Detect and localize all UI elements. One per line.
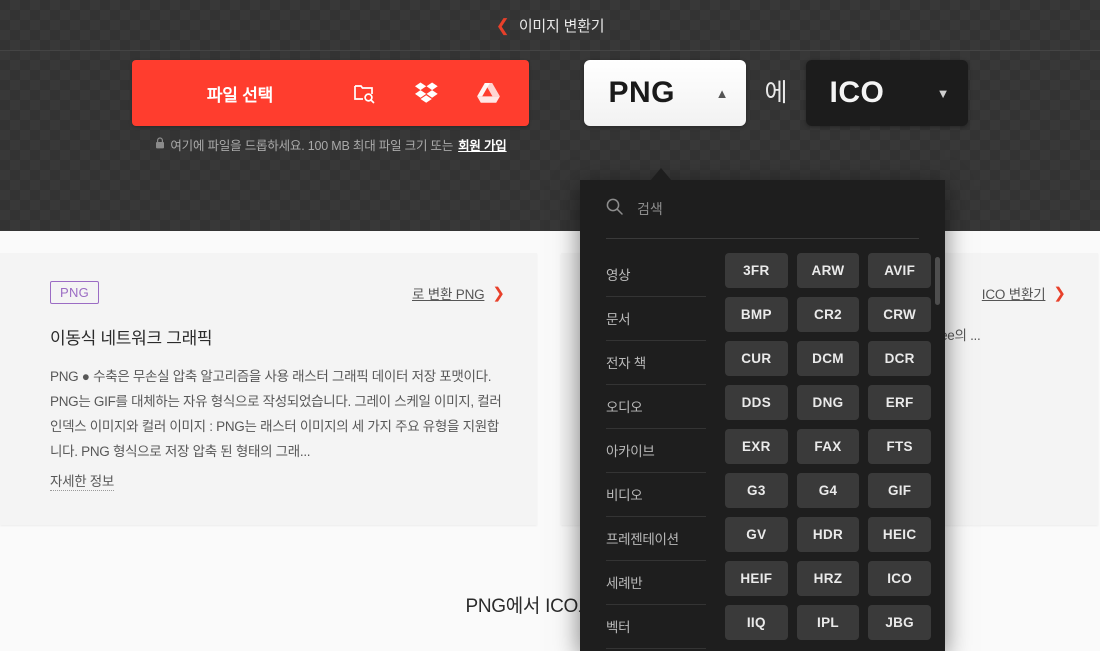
format-chip[interactable]: G3: [725, 473, 788, 508]
format-chip[interactable]: CRW: [868, 297, 931, 332]
category-item[interactable]: 벡터: [606, 605, 706, 649]
format-chip[interactable]: FTS: [868, 429, 931, 464]
search-input[interactable]: [637, 201, 919, 217]
category-item[interactable]: 영상: [606, 253, 706, 297]
convert-link[interactable]: ICO 변환기 ❯: [982, 283, 1066, 303]
format-chip[interactable]: CR2: [796, 297, 860, 332]
format-chip[interactable]: ARW: [796, 253, 860, 288]
format-converter: PNG ▲ 에 ICO ▼: [584, 60, 968, 126]
scrollbar-track[interactable]: [935, 257, 940, 651]
format-dropdown-panel: 영상문서전자 책오디오아카이브비디오프레젠테이션세례반벡터CAD 3FRARWA…: [580, 180, 945, 651]
category-item[interactable]: 프레젠테이션: [606, 517, 706, 561]
format-chip[interactable]: GIF: [868, 473, 931, 508]
signup-link[interactable]: 회원 가입: [458, 135, 507, 154]
category-item[interactable]: 아카이브: [606, 429, 706, 473]
format-chip[interactable]: HRZ: [796, 561, 860, 596]
format-chip[interactable]: AVIF: [868, 253, 931, 288]
dropdown-body: 영상문서전자 책오디오아카이브비디오프레젠테이션세례반벡터CAD 3FRARWA…: [580, 239, 945, 651]
format-chip[interactable]: EXR: [725, 429, 788, 464]
source-format-button[interactable]: PNG ▲: [584, 60, 747, 126]
format-grid-wrap: 3FR ARW AVIF BMP CR2 CRW CUR DCM DCR DDS DNG ERF EXR…: [706, 253, 945, 651]
category-item[interactable]: 전자 책: [606, 341, 706, 385]
file-select-group: 파일 선택 여기에 파일을 드롭하세요. 100 MB 최대 파일 크기 또는 …: [132, 60, 530, 153]
select-file-label: 파일 선택: [206, 85, 274, 105]
scrollbar-thumb[interactable]: [935, 257, 940, 305]
lock-icon: [155, 137, 165, 152]
page-title: 이미지 변환기: [518, 17, 605, 35]
category-list: 영상문서전자 책오디오아카이브비디오프레젠테이션세례반벡터CAD: [580, 253, 706, 651]
category-item[interactable]: 비디오: [606, 473, 706, 517]
source-icons: [347, 80, 501, 106]
page-root: ❮ 이미지 변환기 파일 선택 여기에 파일을 드롭하세요. 100 MB 최대…: [0, 0, 1100, 651]
format-chip[interactable]: CUR: [725, 341, 788, 376]
dropbox-icon[interactable]: [413, 80, 439, 106]
search-icon: [606, 198, 623, 220]
format-chip[interactable]: ICO: [868, 561, 931, 596]
select-file-button[interactable]: 파일 선택: [132, 60, 530, 126]
format-chip[interactable]: DNG: [796, 385, 860, 420]
chevron-down-icon: ▼: [936, 85, 950, 101]
format-chip[interactable]: HEIC: [868, 517, 931, 552]
category-item[interactable]: 오디오: [606, 385, 706, 429]
google-drive-icon[interactable]: [475, 80, 501, 106]
format-chip[interactable]: IIQ: [725, 605, 788, 640]
format-card-description: PNG ● 수축은 무손실 압축 알고리즘을 사용 래스터 그래픽 데이터 저장…: [50, 369, 502, 459]
format-badge: PNG: [50, 281, 100, 304]
more-info-link[interactable]: 자세한 정보: [50, 470, 114, 491]
format-chip[interactable]: HDR: [796, 517, 860, 552]
convert-link-label: ICO 변환기: [981, 286, 1046, 302]
dropdown-caret: [650, 168, 672, 181]
format-card-source: PNG 로 변환 PNG ❯ 이동식 네트워크 그래픽 PNG ● 수축은 무손…: [0, 253, 537, 525]
format-grid: 3FR ARW AVIF BMP CR2 CRW CUR DCM DCR DDS DNG ERF EXR…: [725, 253, 931, 640]
format-chip[interactable]: ERF: [868, 385, 931, 420]
format-chip[interactable]: G4: [796, 473, 860, 508]
category-item[interactable]: 문서: [606, 297, 706, 341]
format-chip[interactable]: IPL: [796, 605, 860, 640]
category-item[interactable]: 세례반: [606, 561, 706, 605]
source-format-label: PNG: [608, 76, 675, 109]
format-chip[interactable]: JBG: [868, 605, 931, 640]
target-format-button[interactable]: ICO ▼: [805, 60, 968, 126]
chevron-up-icon: ▲: [715, 85, 729, 101]
drop-hint: 여기에 파일을 드롭하세요. 100 MB 최대 파일 크기 또는 회원 가입: [132, 135, 529, 154]
format-chip[interactable]: HEIF: [725, 561, 788, 596]
format-card-title: 이동식 네트워크 그래픽: [50, 329, 213, 348]
convert-link-label: 로 변환 PNG: [412, 286, 485, 302]
format-chip[interactable]: 3FR: [725, 253, 788, 288]
format-chip[interactable]: DCR: [868, 341, 931, 376]
drop-hint-text: 여기에 파일을 드롭하세요. 100 MB 최대 파일 크기 또는: [170, 139, 454, 153]
chevron-right-icon: ❯: [492, 284, 505, 302]
format-chip[interactable]: BMP: [725, 297, 788, 332]
format-chip[interactable]: DDS: [725, 385, 788, 420]
format-chip[interactable]: FAX: [796, 429, 860, 464]
format-chip[interactable]: GV: [725, 517, 788, 552]
dropdown-search-row: [580, 180, 945, 238]
folder-search-icon[interactable]: [351, 80, 377, 106]
chevron-right-icon: ❯: [1053, 284, 1066, 302]
converter-separator: 에: [764, 79, 788, 107]
format-chip[interactable]: DCM: [796, 341, 860, 376]
convert-link[interactable]: 로 변환 PNG ❯: [412, 283, 505, 303]
action-row: 파일 선택 여기에 파일을 드롭하세요. 100 MB 최대 파일 크기 또는 …: [0, 60, 1100, 170]
top-bar: ❮ 이미지 변환기: [0, 0, 1100, 51]
target-format-label: ICO: [829, 76, 885, 109]
chevron-left-icon[interactable]: ❮: [496, 17, 510, 34]
